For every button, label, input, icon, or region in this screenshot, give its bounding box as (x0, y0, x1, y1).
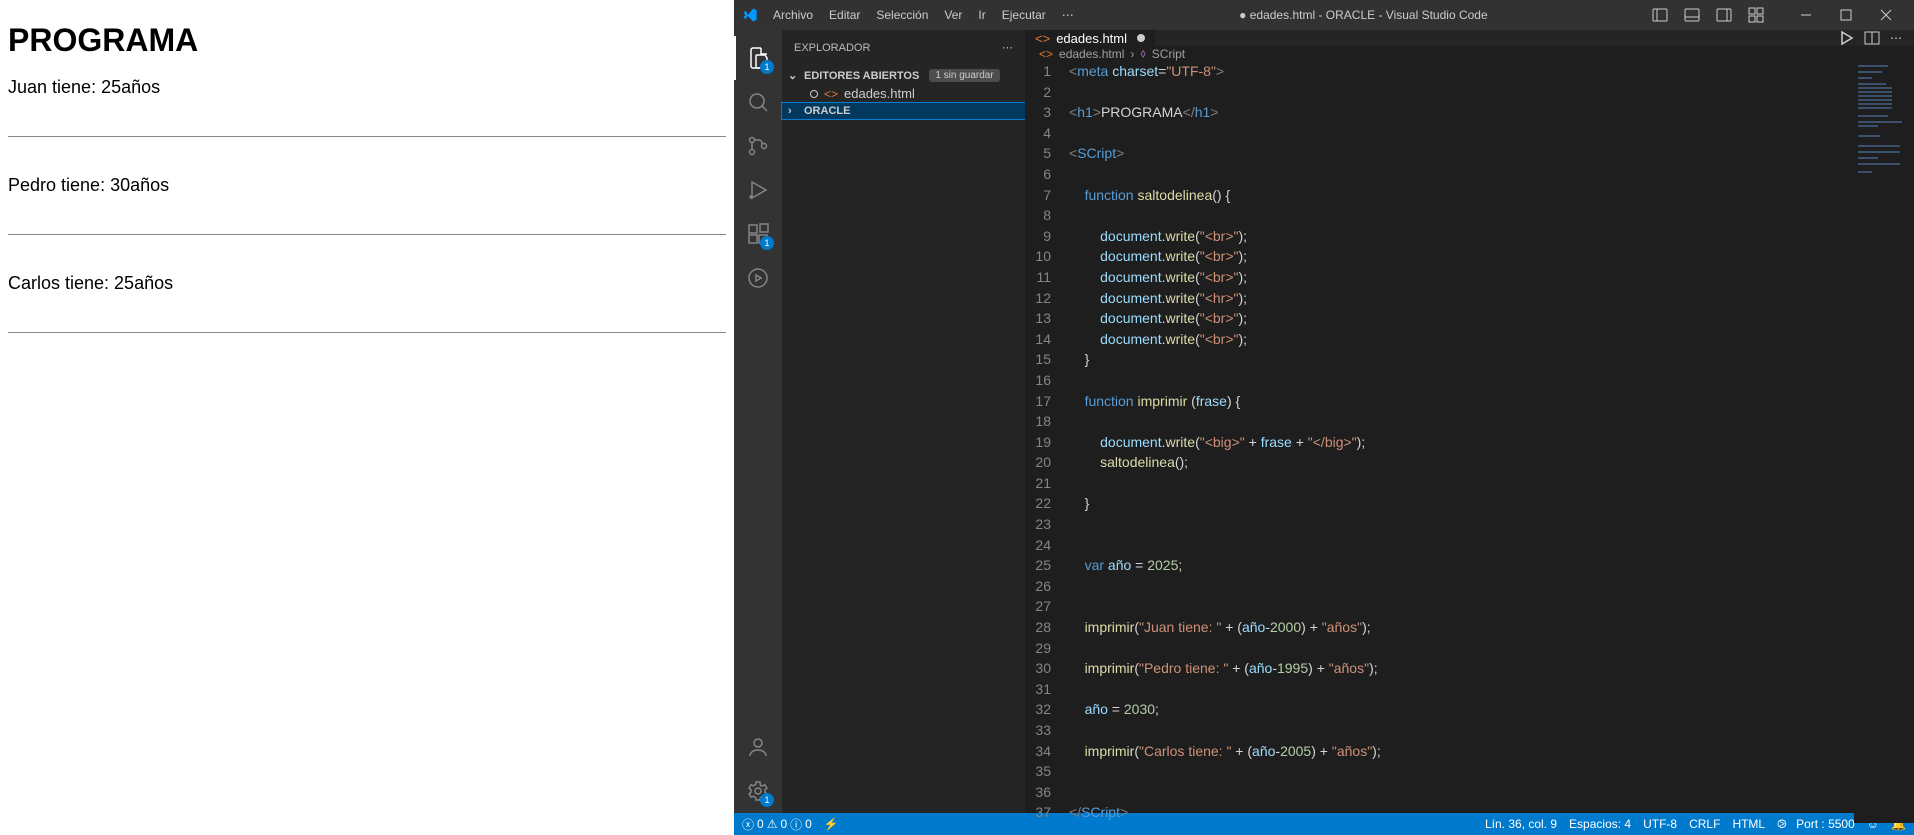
code-content[interactable]: <meta charset="UTF-8"> <h1>PROGRAMA</h1>… (1069, 61, 1854, 823)
sidebar-more-icon[interactable]: ⋯ (1002, 41, 1013, 54)
explorer-icon[interactable]: 1 (734, 36, 782, 80)
line-numbers: 1234567891011121314151617181920212223242… (1025, 61, 1069, 823)
split-editor-icon[interactable] (1864, 30, 1880, 46)
sidebar-title: EXPLORADOR (794, 42, 870, 54)
broadcast-icon: ⚡ (824, 817, 839, 831)
html-file-icon: <> (1039, 47, 1053, 61)
editor-more-icon[interactable]: ⋯ (1890, 31, 1902, 45)
breadcrumb[interactable]: <> edades.html › ⬨ SCript (1025, 46, 1914, 61)
tab-edades[interactable]: <> edades.html (1025, 30, 1156, 46)
chevron-right-icon: › (788, 105, 800, 117)
symbol-icon: ⬨ (1140, 46, 1145, 61)
menu-ver[interactable]: Ver (937, 4, 969, 26)
settings-icon[interactable]: 1 (734, 769, 782, 813)
layout-controls (1646, 1, 1770, 29)
vscode-window: Archivo Editar Selección Ver Ir Ejecutar… (734, 0, 1914, 835)
html-file-icon: <> (1035, 31, 1050, 46)
code-editor[interactable]: 1234567891011121314151617181920212223242… (1025, 61, 1914, 823)
minimize-button[interactable] (1786, 1, 1826, 29)
source-control-icon[interactable] (734, 124, 782, 168)
editor-group: <> edades.html ⋯ <> edades.html › ⬨ SCri… (1025, 30, 1914, 813)
breadcrumb-sep: › (1130, 47, 1134, 61)
open-editors-header[interactable]: ⌄ EDITORES ABIERTOS 1 sin guardar (782, 67, 1025, 84)
output-line-1: Juan tiene: 25años (8, 77, 160, 97)
close-button[interactable] (1866, 1, 1906, 29)
menu-bar: Archivo Editar Selección Ver Ir Ejecutar… (766, 4, 1081, 26)
open-editors-label: EDITORES ABIERTOS (804, 70, 919, 82)
output-line-3: Carlos tiene: 25años (8, 273, 173, 293)
open-editor-filename: edades.html (844, 86, 915, 101)
extensions-icon[interactable]: 1 (734, 212, 782, 256)
vscode-logo-icon (742, 7, 758, 23)
menu-archivo[interactable]: Archivo (766, 4, 820, 26)
minimap[interactable] (1854, 61, 1914, 823)
customize-layout-icon[interactable] (1742, 1, 1770, 29)
unsaved-dot-icon (1137, 34, 1145, 42)
chevron-down-icon: ⌄ (788, 69, 800, 82)
sidebar: EXPLORADOR ⋯ ⌄ EDITORES ABIERTOS 1 sin g… (782, 30, 1025, 813)
unsaved-dot-icon (810, 90, 818, 98)
activity-bar: 1 1 1 (734, 30, 782, 813)
status-live[interactable]: ⚡ (824, 817, 839, 831)
page-heading: PROGRAMA (8, 22, 726, 59)
toggle-panel-icon[interactable] (1678, 1, 1706, 29)
tab-bar: <> edades.html ⋯ (1025, 30, 1914, 46)
live-server-icon[interactable] (734, 256, 782, 300)
status-problems[interactable]: ⓧ0 ⚠0 ⓘ0 (742, 816, 812, 833)
folder-name: ORACLE (804, 105, 850, 117)
menu-ir[interactable]: Ir (971, 4, 992, 26)
error-icon: ⓧ (742, 816, 754, 833)
sidebar-header: EXPLORADOR ⋯ (782, 30, 1025, 65)
titlebar: Archivo Editar Selección Ver Ir Ejecutar… (734, 0, 1914, 30)
warning-icon: ⚠ (767, 817, 778, 831)
window-title: ● edades.html - ORACLE - Visual Studio C… (1081, 8, 1646, 22)
info-icon: ⓘ (790, 816, 802, 833)
toggle-secondary-sidebar-icon[interactable] (1710, 1, 1738, 29)
html-file-icon: <> (824, 87, 838, 101)
extensions-badge: 1 (760, 236, 774, 250)
window-controls (1786, 1, 1906, 29)
search-icon[interactable] (734, 80, 782, 124)
accounts-icon[interactable] (734, 725, 782, 769)
maximize-button[interactable] (1826, 1, 1866, 29)
settings-badge: 1 (760, 793, 774, 807)
open-editor-item[interactable]: <> edades.html (782, 84, 1025, 103)
menu-ejecutar[interactable]: Ejecutar (995, 4, 1053, 26)
folder-header[interactable]: › ORACLE (782, 103, 1025, 119)
breadcrumb-file: edades.html (1059, 47, 1124, 61)
menu-editar[interactable]: Editar (822, 4, 867, 26)
tab-label: edades.html (1056, 31, 1127, 46)
browser-output: PROGRAMA Juan tiene: 25años Pedro tiene:… (0, 0, 734, 835)
explorer-badge: 1 (760, 60, 774, 74)
unsaved-badge: 1 sin guardar (929, 69, 999, 82)
menu-overflow[interactable]: ⋯ (1055, 4, 1081, 26)
run-icon[interactable] (1838, 30, 1854, 46)
run-debug-icon[interactable] (734, 168, 782, 212)
breadcrumb-symbol: SCript (1152, 47, 1185, 61)
toggle-primary-sidebar-icon[interactable] (1646, 1, 1674, 29)
menu-seleccion[interactable]: Selección (869, 4, 935, 26)
output-line-2: Pedro tiene: 30años (8, 175, 169, 195)
